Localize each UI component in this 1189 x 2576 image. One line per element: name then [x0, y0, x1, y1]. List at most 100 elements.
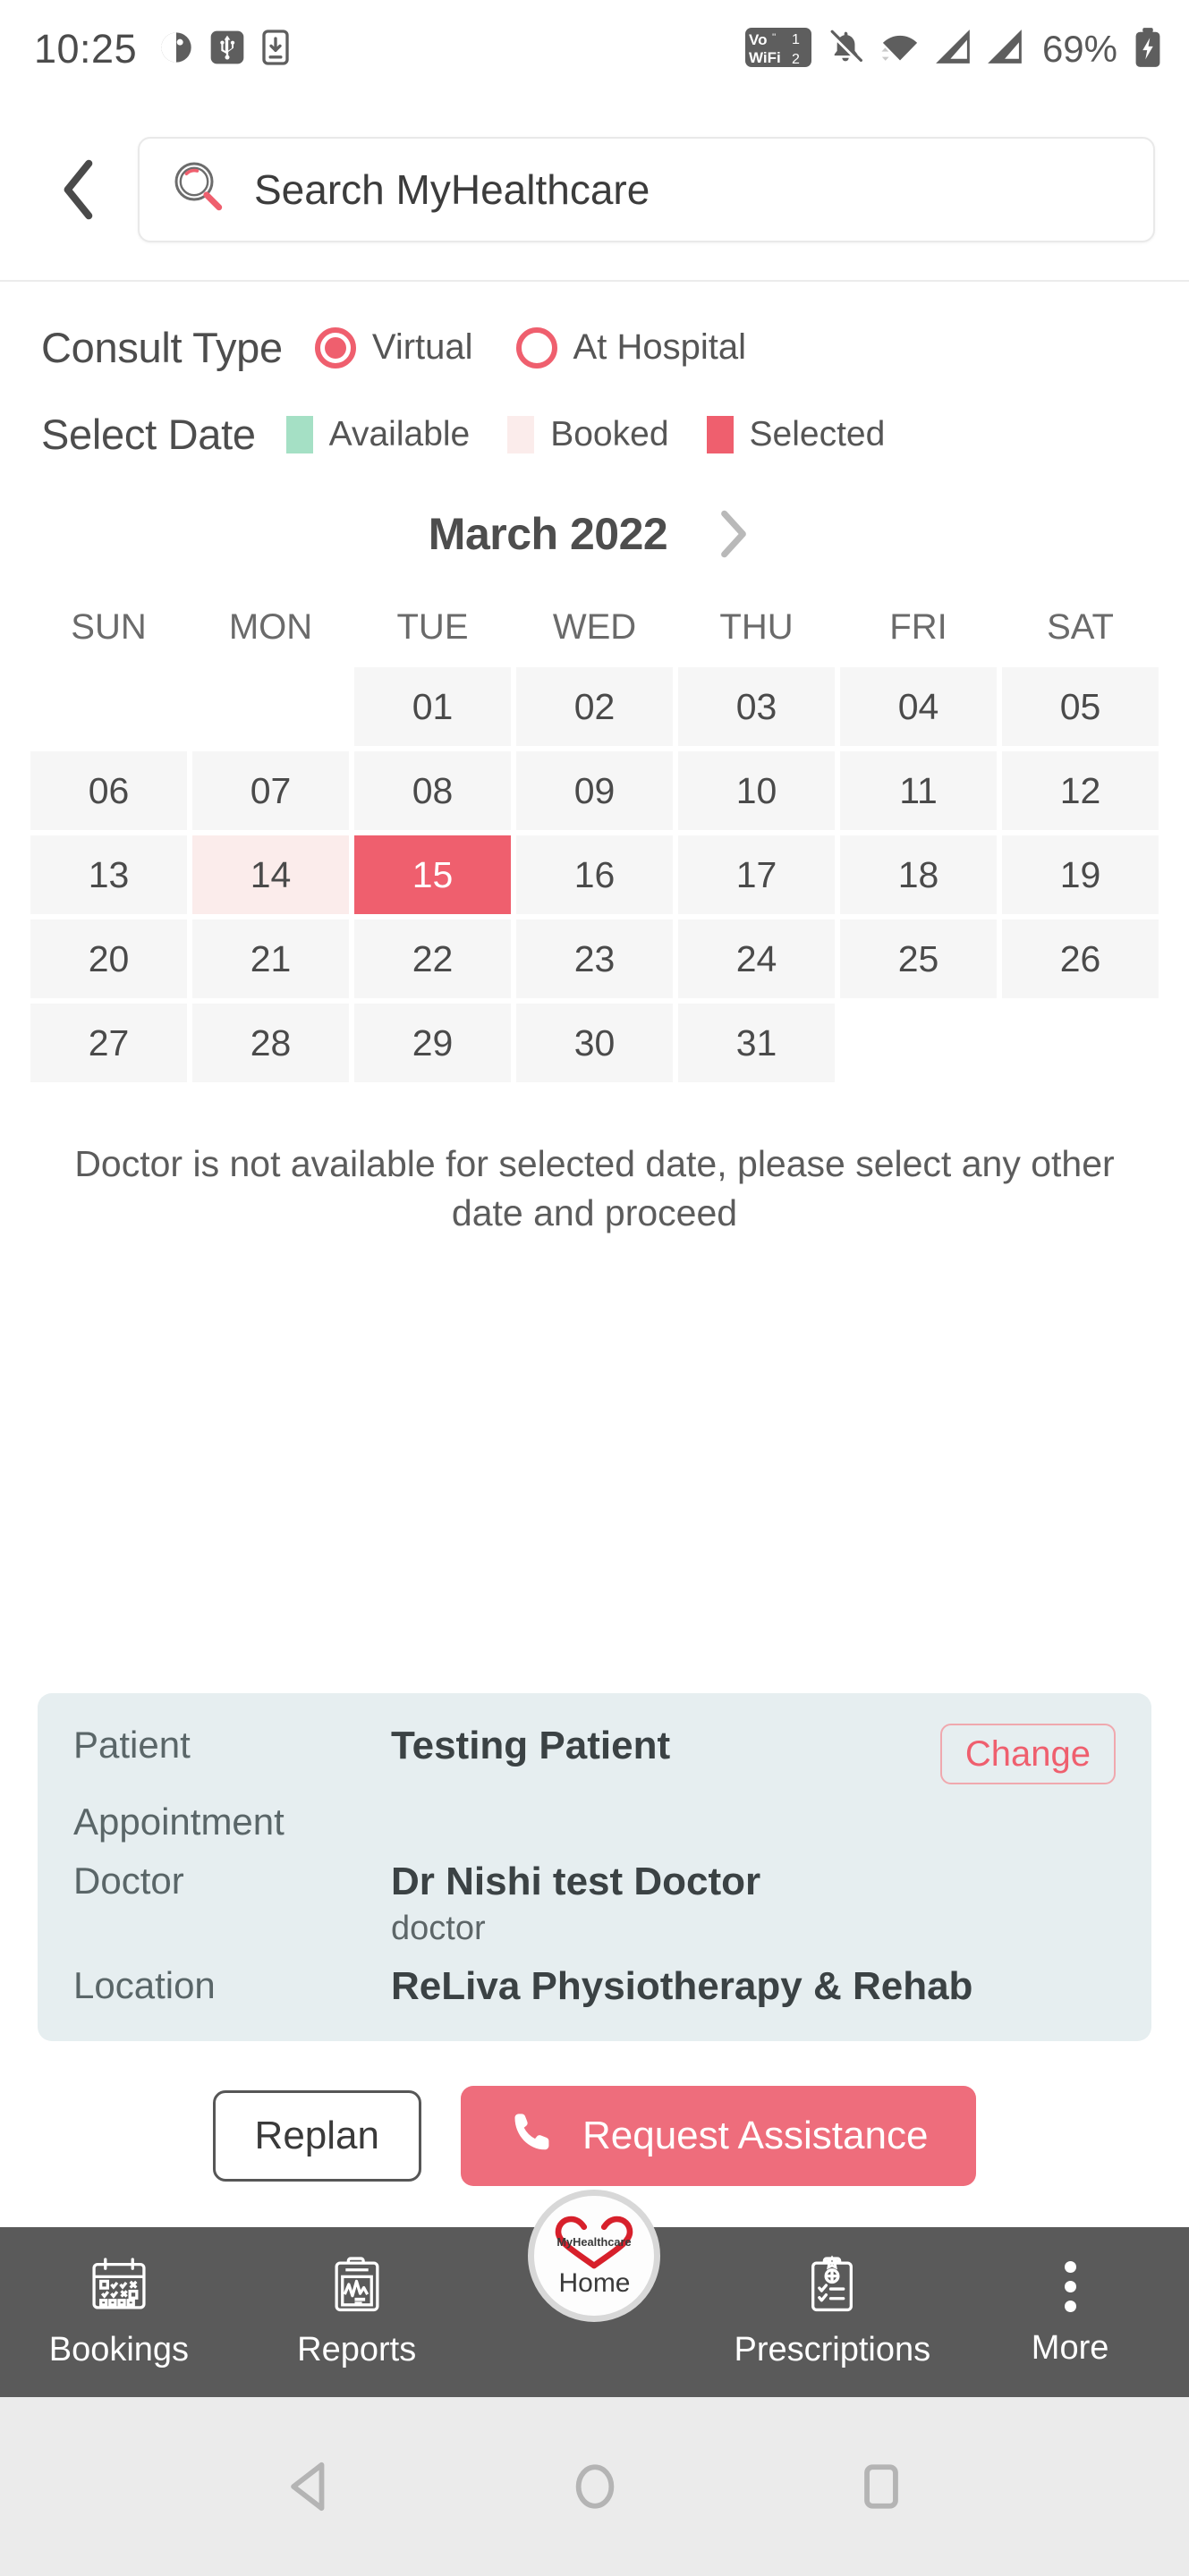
- calendar-day-29[interactable]: 29: [354, 1004, 511, 1082]
- calendar-day-23[interactable]: 23: [516, 919, 673, 998]
- android-home-button[interactable]: [555, 2446, 635, 2527]
- status-left-icons: [158, 29, 291, 70]
- info-row-patient: Patient Testing Patient Change: [73, 1724, 1116, 1784]
- request-assistance-button[interactable]: Request Assistance: [460, 2086, 977, 2186]
- status-bar: 10:25 Vo '' WiFi 1 2 69%: [0, 0, 1189, 98]
- tab-prescriptions[interactable]: Prescriptions: [713, 2227, 951, 2397]
- search-input[interactable]: Search MyHealthcare: [138, 136, 1155, 242]
- calendar-day-12[interactable]: 12: [1002, 751, 1159, 830]
- volte-sim2-label: 2: [792, 52, 800, 67]
- usb-icon: [209, 30, 245, 70]
- calendar-day-22[interactable]: 22: [354, 919, 511, 998]
- battery-charging-icon: [1134, 27, 1162, 72]
- next-month-button[interactable]: [707, 507, 760, 561]
- calendar-grid: SUN MON TUE WED THU FRI SAT 01 02 03 04 05 06…: [0, 600, 1189, 1088]
- calendar-day-01[interactable]: 01: [354, 667, 511, 746]
- info-row-location: Location ReLiva Physiotherapy & Rehab: [73, 1964, 1116, 2009]
- status-right-icons: Vo '' WiFi 1 2 69%: [744, 26, 1162, 73]
- search-icon: [170, 158, 227, 220]
- legend-item-selected: Selected: [706, 414, 886, 454]
- calendar-day-04[interactable]: 04: [840, 667, 997, 746]
- tab-label-reports: Reports: [297, 2331, 417, 2368]
- calendar-day-09[interactable]: 09: [516, 751, 673, 830]
- calendar-day-25[interactable]: 25: [840, 919, 997, 998]
- calendar-week-row: 20 21 22 23 24 25 26: [30, 919, 1159, 998]
- radio-option-at-hospital[interactable]: At Hospital: [515, 326, 746, 369]
- android-navigation-bar: [0, 2397, 1189, 2576]
- calendar-week-row: 13 14 15 16 17 18 19: [30, 835, 1159, 914]
- action-buttons: Replan Request Assistance: [0, 2086, 1189, 2186]
- info-row-appointment: Appointment: [73, 1801, 1116, 1843]
- calendar-day-13[interactable]: 13: [30, 835, 187, 914]
- svg-text:Vo: Vo: [749, 31, 767, 48]
- calendar-day-07[interactable]: 07: [192, 751, 349, 830]
- calendar-day-11[interactable]: 11: [840, 751, 997, 830]
- calendar-day-10[interactable]: 10: [678, 751, 835, 830]
- calendar-day-15[interactable]: 15: [354, 835, 511, 914]
- calendar-month-title: March 2022: [428, 509, 668, 559]
- calendar-week-row: 01 02 03 04 05: [30, 667, 1159, 746]
- calendar-day-24[interactable]: 24: [678, 919, 835, 998]
- calendar-day-16[interactable]: 16: [516, 835, 673, 914]
- info-value-doctor: Dr Nishi test Doctor doctor: [391, 1860, 1116, 1948]
- calendar-day-30[interactable]: 30: [516, 1004, 673, 1082]
- day-header-wed: WED: [552, 607, 637, 647]
- calendar-day-14[interactable]: 14: [192, 835, 349, 914]
- day-header-mon: MON: [228, 607, 313, 647]
- calendar-day-21[interactable]: 21: [192, 919, 349, 998]
- day-header-sun: SUN: [71, 607, 147, 647]
- calendar-day-03[interactable]: 03: [678, 667, 835, 746]
- calendar-day-28[interactable]: 28: [192, 1004, 349, 1082]
- calendar-month-header: March 2022: [0, 507, 1189, 561]
- calendar-check-icon: [89, 2255, 149, 2318]
- chevron-right-icon: [721, 510, 747, 558]
- wifi-icon: [879, 30, 921, 70]
- android-recents-button[interactable]: [841, 2446, 921, 2527]
- info-row-doctor: Doctor Dr Nishi test Doctor doctor: [73, 1860, 1116, 1948]
- phone-screen: 10:25 Vo '' WiFi 1 2 69% Search MyHealth…: [0, 0, 1189, 2576]
- calendar-day-20[interactable]: 20: [30, 919, 187, 998]
- triangle-back-icon: [290, 2462, 324, 2512]
- calendar-day-17[interactable]: 17: [678, 835, 835, 914]
- calendar-day-26[interactable]: 26: [1002, 919, 1159, 998]
- calendar-legend: Available Booked Selected: [285, 414, 923, 454]
- calendar-day-18[interactable]: 18: [840, 835, 997, 914]
- calendar-week-row: 27 28 29 30 31: [30, 1004, 1159, 1082]
- signal-2-icon: [987, 29, 1024, 70]
- tab-home[interactable]: MyHealthcare Home: [476, 2190, 714, 2397]
- chevron-left-icon: [64, 159, 93, 219]
- tab-label-more: More: [1031, 2328, 1109, 2367]
- consult-type-label: Consult Type: [41, 324, 283, 371]
- calendar-week-row: 06 07 08 09 10 11 12: [30, 751, 1159, 830]
- calendar-day-31[interactable]: 31: [678, 1004, 835, 1082]
- info-key-appointment: Appointment: [73, 1801, 285, 1843]
- calendar-day-empty: [30, 667, 187, 746]
- signal-1-icon: [935, 29, 972, 70]
- tab-bookings[interactable]: Bookings: [0, 2227, 238, 2397]
- select-date-row: Select Date Available Booked Selected: [0, 372, 1189, 459]
- calendar-day-headers: SUN MON TUE WED THU FRI SAT: [30, 600, 1159, 655]
- tab-more[interactable]: More: [951, 2227, 1189, 2397]
- do-not-disturb-icon: [158, 30, 194, 70]
- home-button-circle[interactable]: MyHealthcare Home: [528, 2190, 661, 2322]
- change-patient-button[interactable]: Change: [939, 1724, 1116, 1784]
- calendar-day-08[interactable]: 08: [354, 751, 511, 830]
- back-button[interactable]: [41, 152, 116, 227]
- calendar-day-19[interactable]: 19: [1002, 835, 1159, 914]
- consult-type-row: Consult Type Virtual At Hospital: [0, 282, 1189, 372]
- radio-option-virtual[interactable]: Virtual: [314, 326, 473, 369]
- heart-logo-icon: MyHealthcare: [551, 2214, 637, 2274]
- android-back-button[interactable]: [268, 2446, 349, 2527]
- legend-label-booked: Booked: [550, 414, 669, 453]
- circle-home-icon: [575, 2464, 614, 2509]
- calendar-day-27[interactable]: 27: [30, 1004, 187, 1082]
- legend-label-selected: Selected: [749, 414, 886, 453]
- legend-item-booked: Booked: [507, 414, 669, 454]
- calendar-day-02[interactable]: 02: [516, 667, 673, 746]
- calendar-day-05[interactable]: 05: [1002, 667, 1159, 746]
- request-assistance-label: Request Assistance: [582, 2114, 929, 2157]
- replan-button[interactable]: Replan: [212, 2090, 421, 2182]
- tab-reports[interactable]: Reports: [238, 2227, 476, 2397]
- calendar-day-06[interactable]: 06: [30, 751, 187, 830]
- volte-wifi-icon: Vo '' WiFi 1 2: [744, 26, 811, 73]
